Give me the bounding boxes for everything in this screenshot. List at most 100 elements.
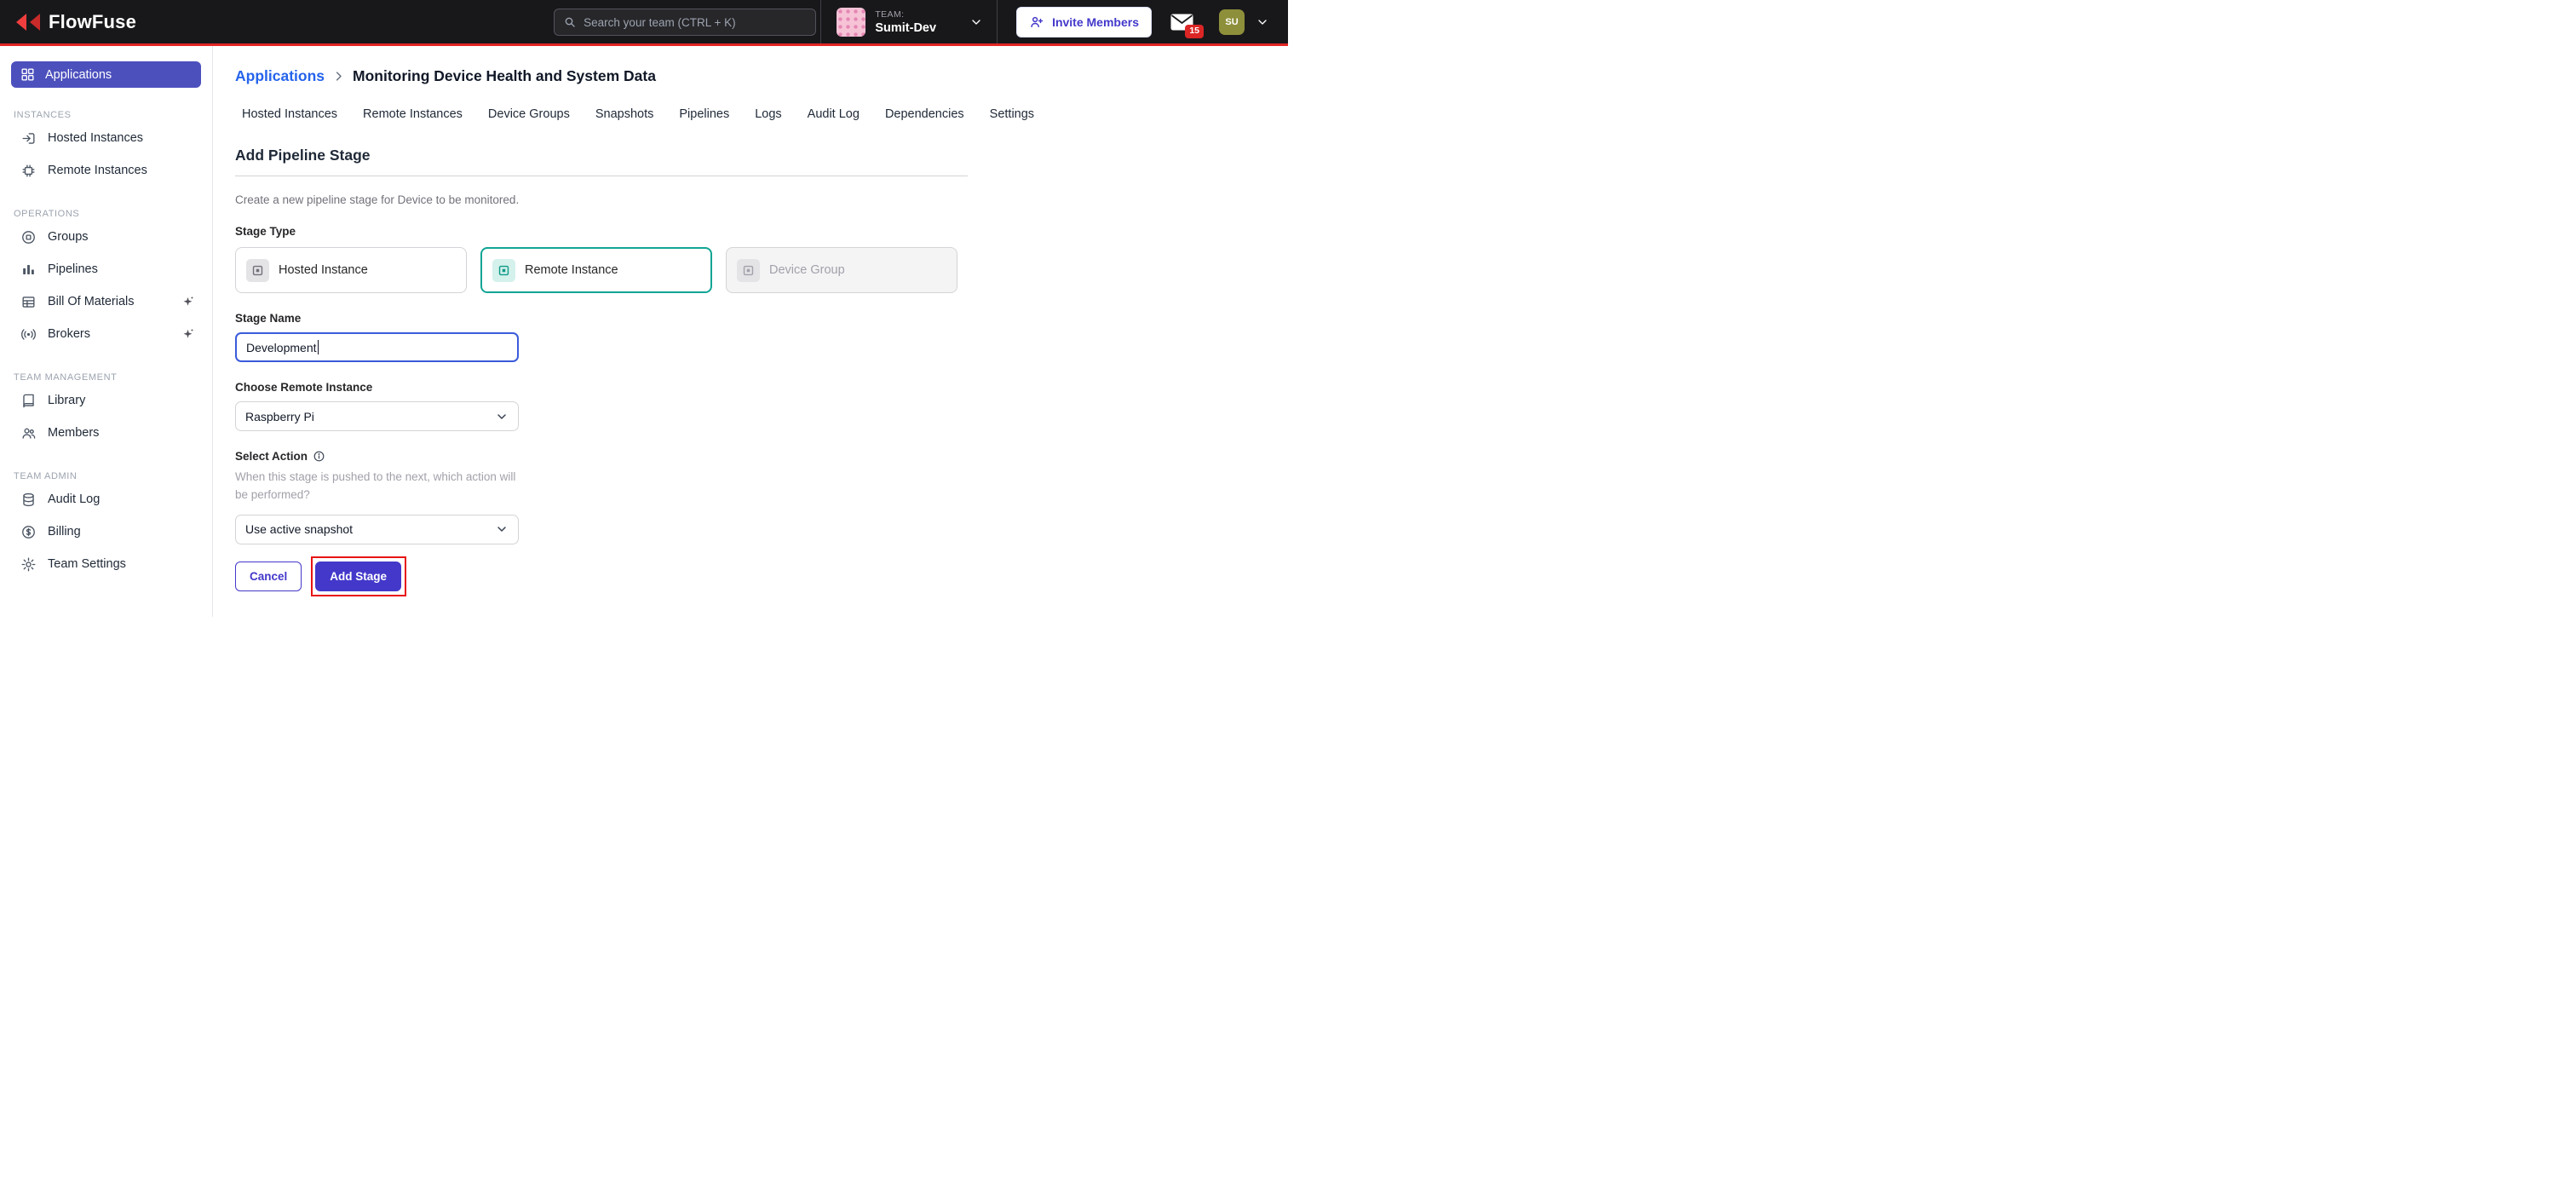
dollar-icon [20,524,37,540]
sidebar-section-instances: INSTANCES [14,110,212,122]
tab-snapshots[interactable]: Snapshots [595,107,654,121]
navbar-right-cluster: TEAM: Sumit-Dev Invite Mem [820,0,1288,43]
user-menu[interactable]: SU [1219,9,1288,35]
remote-instance-select[interactable]: Raspberry Pi [235,401,519,431]
hosted-instance-icon [246,259,269,282]
sidebar-item-applications[interactable]: Applications [11,61,201,88]
user-plus-icon [1029,14,1044,30]
team-search[interactable] [554,9,816,36]
sidebar-item-remote-instances[interactable]: Remote Instances [0,154,212,187]
notifications-button[interactable]: 15 [1170,14,1193,31]
tab-dependencies[interactable]: Dependencies [885,107,964,121]
remote-instance-label: Choose Remote Instance [235,381,968,394]
team-text: TEAM: Sumit-Dev [875,9,936,35]
sidebar-item-label: Hosted Instances [48,131,143,145]
breadcrumb-applications-link[interactable]: Applications [235,67,325,85]
select-action-label: Select Action [235,450,308,463]
select-action-help: When this stage is pushed to the next, w… [235,469,532,504]
tab-remote-instances[interactable]: Remote Instances [363,107,463,121]
tab-device-groups[interactable]: Device Groups [488,107,570,121]
page-title: Monitoring Device Health and System Data [353,67,656,85]
chevron-down-icon [495,522,509,536]
sidebar-item-audit-log[interactable]: Audit Log [0,483,212,515]
sidebar-item-hosted-instances[interactable]: Hosted Instances [0,122,212,154]
sidebar-item-label: Audit Log [48,492,100,506]
stage-type-option-label: Remote Instance [525,263,618,277]
invite-members-label: Invite Members [1052,15,1139,29]
search-input[interactable] [584,16,807,29]
sidebar-item-members[interactable]: Members [0,417,212,449]
users-icon [20,425,37,441]
sidebar-item-label: Library [48,394,85,407]
stage-type-remote-instance[interactable]: Remote Instance [480,247,712,293]
form-heading: Add Pipeline Stage [235,147,968,176]
tab-settings[interactable]: Settings [990,107,1034,121]
select-action-label-row: Select Action [235,450,968,463]
team-selector[interactable]: TEAM: Sumit-Dev [820,0,998,43]
invite-members-button[interactable]: Invite Members [1016,7,1152,37]
action-value: Use active snapshot [245,522,353,536]
sidebar-item-label: Members [48,426,99,440]
breadcrumb: Applications Monitoring Device Health an… [235,67,1262,85]
form-description: Create a new pipeline stage for Device t… [235,193,968,206]
sidebar-item-label: Pipelines [48,262,98,276]
flowfuse-logo-icon [15,13,41,32]
search-icon [563,15,577,29]
tab-hosted-instances[interactable]: Hosted Instances [242,107,337,121]
remote-instance-value: Raspberry Pi [245,410,314,423]
sidebar-item-library[interactable]: Library [0,384,212,417]
flowfuse-app: FlowFuse TEAM: Sumit-Dev [0,0,1288,617]
tab-audit-log[interactable]: Audit Log [808,107,860,121]
hosted-instance-icon [20,130,37,147]
chevron-down-icon [495,410,509,423]
table-icon [20,294,37,310]
sidebar-item-groups[interactable]: Groups [0,221,212,253]
sidebar-item-label: Brokers [48,327,90,341]
sidebar-item-brokers[interactable]: Brokers [0,318,212,350]
add-stage-button-wrapper: Add Stage [315,562,401,591]
team-label: TEAM: [875,9,936,20]
groups-icon [20,229,37,245]
pipelines-icon [20,262,37,278]
tab-logs[interactable]: Logs [755,107,781,121]
stage-type-option-label: Device Group [769,263,845,277]
database-icon [20,492,37,508]
sparkle-icon [181,295,195,309]
application-tabs: Hosted Instances Remote Instances Device… [235,107,1262,121]
text-cursor [318,340,319,354]
sidebar-item-label: Applications [45,68,112,82]
grid-icon [20,66,36,83]
team-avatar [837,8,865,37]
sidebar-section-team-admin: TEAM ADMIN [14,471,212,483]
sidebar-item-billing[interactable]: Billing [0,515,212,548]
stage-type-label: Stage Type [235,225,968,238]
device-group-icon [737,259,760,282]
form-actions: Cancel Add Stage [235,562,968,591]
sidebar-item-label: Team Settings [48,557,126,571]
stage-type-option-label: Hosted Instance [279,263,368,277]
team-name: Sumit-Dev [875,21,936,35]
add-stage-button[interactable]: Add Stage [315,562,401,591]
sidebar-item-label: Billing [48,525,81,539]
info-icon[interactable] [313,450,325,463]
brand-name: FlowFuse [49,11,136,33]
flowfuse-logo[interactable]: FlowFuse [15,11,136,33]
chip-icon [20,163,37,179]
sidebar-item-label: Bill Of Materials [48,295,135,308]
sidebar-item-team-settings[interactable]: Team Settings [0,548,212,580]
stage-type-hosted-instance[interactable]: Hosted Instance [235,247,467,293]
book-icon [20,393,37,409]
sidebar-item-pipelines[interactable]: Pipelines [0,253,212,285]
chevron-down-icon [1256,15,1269,29]
app-shell: Applications INSTANCES Hosted Instances [0,46,1288,617]
chip-icon [492,259,515,282]
stage-name-input[interactable]: Development [235,332,519,362]
sidebar-item-bill-of-materials[interactable]: Bill Of Materials [0,285,212,318]
action-select[interactable]: Use active snapshot [235,515,519,544]
sidebar-item-label: Groups [48,230,89,244]
tab-pipelines[interactable]: Pipelines [679,107,729,121]
cancel-button[interactable]: Cancel [235,562,302,591]
stage-name-label: Stage Name [235,312,968,325]
gear-icon [20,556,37,573]
sidebar-section-operations: OPERATIONS [14,209,212,221]
